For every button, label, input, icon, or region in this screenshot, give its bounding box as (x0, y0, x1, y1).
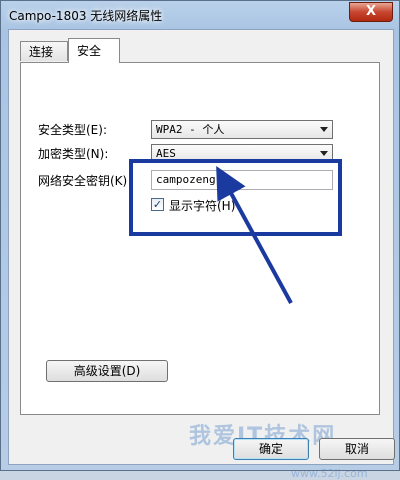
tab-security[interactable]: 安全 (68, 38, 120, 63)
annotation-arrow-icon (216, 165, 293, 304)
dialog-window: Campo-1803 无线网络属性 X 连接 安全 安全类型(E): WPA2 … (0, 0, 400, 480)
